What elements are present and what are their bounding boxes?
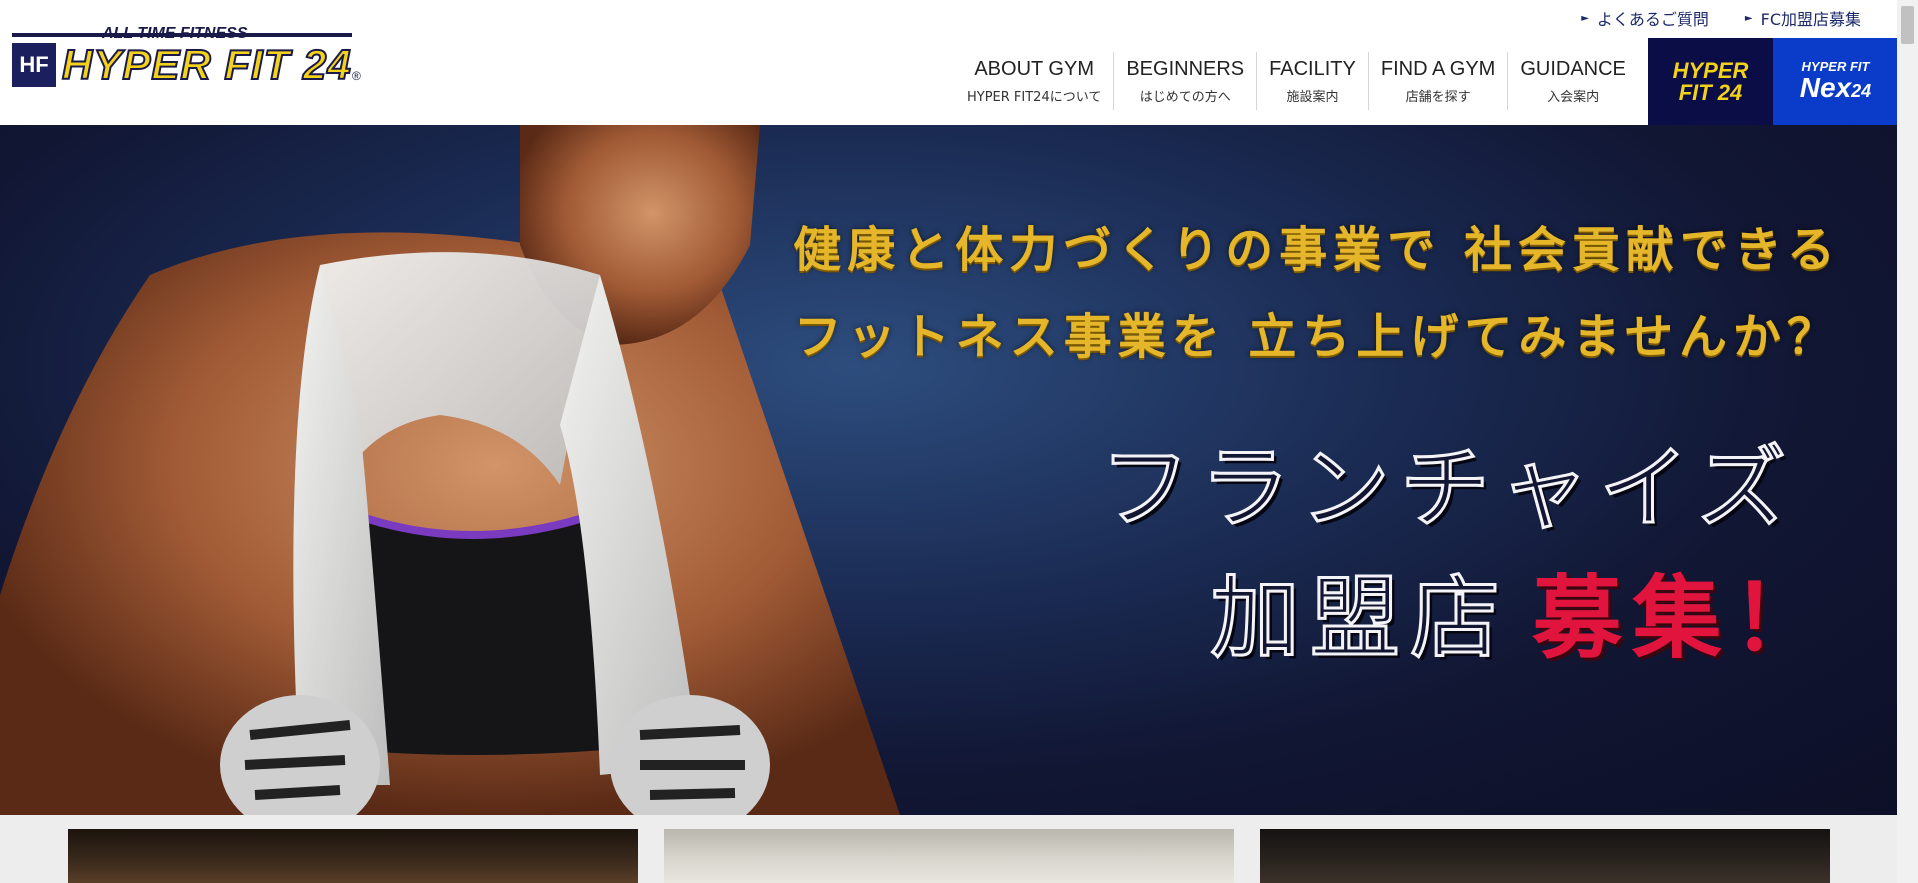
hero-headline-line1: 健康と体力づくりの事業で 社会貢献できる — [793, 222, 1841, 278]
logo-wordmark: HYPER FIT 24 — [61, 40, 352, 89]
nav-guidance[interactable]: GUIDANCE 入会案内 — [1507, 52, 1638, 110]
nav-label-en: GUIDANCE — [1520, 57, 1626, 80]
nav-label-ja: 施設案内 — [1286, 89, 1339, 105]
nav-label-en: FIND A GYM — [1380, 57, 1496, 80]
nex-word: Nex — [1799, 71, 1852, 103]
hero-recruit-title: 加盟店 募集！ — [1209, 545, 1832, 675]
hero-banner[interactable]: 健康と体力づくりの事業で 社会貢献できる フットネス事業を 立ち上げてみませんか… — [0, 125, 1897, 815]
scrollbar-thumb[interactable] — [1901, 6, 1914, 44]
nav-label-ja: 入会案内 — [1547, 89, 1600, 105]
nav-label-ja: HYPER FIT24について — [967, 89, 1102, 105]
logo-mark: HF — [12, 43, 56, 87]
logo-bar — [12, 33, 352, 37]
hero-member-store-label: 加盟店 — [1209, 565, 1510, 673]
nav-label-en: FACILITY — [1269, 57, 1356, 80]
hero-franchise-title: フランチャイズ — [1098, 435, 1797, 543]
gym-photo-card[interactable] — [68, 829, 638, 883]
hero-headline-line2: フットネス事業を 立ち上げてみませんか？ — [793, 309, 1841, 365]
hyper-fit-24-logo: HYPER FIT 24 — [1672, 57, 1749, 105]
hyper-fit-nex-24-button[interactable]: HYPER FIT Nex24 — [1773, 38, 1898, 125]
nav-label-en: BEGINNERS — [1126, 57, 1245, 80]
hyper-fit-24-line1: HYPER — [1672, 57, 1749, 83]
gym-photo-row — [0, 815, 1897, 883]
hero-recruit-label: 募集！ — [1532, 566, 1832, 671]
arrow-right-icon: ► — [1744, 12, 1753, 24]
franchise-link-label: FC加盟店募集 — [1760, 10, 1861, 29]
faq-link-label: よくあるご質問 — [1596, 10, 1709, 29]
athlete-image — [0, 125, 900, 815]
top-links: ► よくあるご質問 ► FC加盟店募集 — [1581, 6, 1861, 30]
hyper-fit-24-button[interactable]: HYPER FIT 24 — [1648, 38, 1773, 125]
hyper-fit-24-line2: FIT 24 — [1678, 79, 1743, 105]
site-logo[interactable]: ALL TIME FITNESS HF HYPER FIT 24 ® — [12, 25, 364, 91]
gym-photo-card[interactable] — [664, 829, 1234, 883]
nav-label-ja: はじめての方へ — [1139, 89, 1231, 105]
arrow-right-icon: ► — [1581, 12, 1589, 24]
nex-main-label: Nex24 — [1799, 71, 1872, 105]
nav-about-gym[interactable]: ABOUT GYM HYPER FIT24について — [955, 52, 1113, 110]
nav-facility[interactable]: FACILITY 施設案内 — [1256, 52, 1368, 110]
nav-find-a-gym[interactable]: FIND A GYM 店舗を探す — [1367, 52, 1507, 110]
franchise-link[interactable]: ► FC加盟店募集 — [1745, 6, 1861, 30]
nex-number: 24 — [1851, 80, 1872, 101]
nav-label-ja: 店舗を探す — [1405, 89, 1471, 105]
gym-photo-card[interactable] — [1260, 829, 1830, 883]
logo-registered: ® — [352, 69, 361, 83]
main-nav: ABOUT GYM HYPER FIT24について BEGINNERS はじめて… — [955, 52, 1638, 110]
faq-link[interactable]: ► よくあるご質問 — [1581, 6, 1709, 30]
page-scrollbar[interactable] — [1897, 0, 1918, 883]
nav-label-en: ABOUT GYM — [974, 57, 1094, 80]
site-header: ALL TIME FITNESS HF HYPER FIT 24 ® ► よくあ… — [0, 0, 1898, 125]
nav-beginners[interactable]: BEGINNERS はじめての方へ — [1113, 52, 1256, 110]
hyper-fit-nex-logo: HYPER FIT Nex24 — [1800, 59, 1871, 105]
